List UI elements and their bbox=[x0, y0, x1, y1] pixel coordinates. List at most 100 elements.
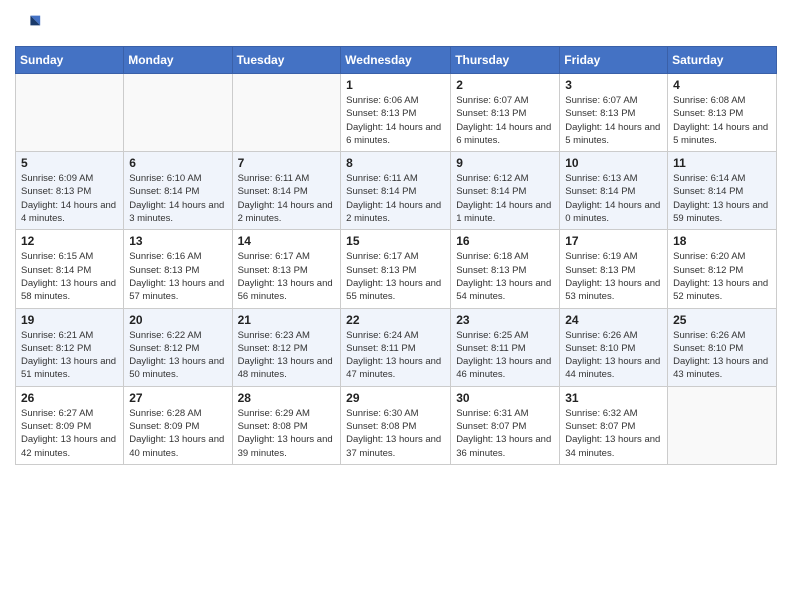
day-number: 9 bbox=[456, 156, 554, 170]
day-number: 5 bbox=[21, 156, 118, 170]
day-number: 12 bbox=[21, 234, 118, 248]
day-number: 30 bbox=[456, 391, 554, 405]
day-number: 13 bbox=[129, 234, 226, 248]
calendar-cell: 27Sunrise: 6:28 AMSunset: 8:09 PMDayligh… bbox=[124, 386, 232, 464]
day-info: Sunrise: 6:07 AMSunset: 8:13 PMDaylight:… bbox=[456, 94, 554, 147]
day-number: 21 bbox=[238, 313, 336, 327]
day-info: Sunrise: 6:25 AMSunset: 8:11 PMDaylight:… bbox=[456, 329, 554, 382]
calendar-cell: 12 Sunrise: 6:15 AMSunset: 8:14 PMDayligh… bbox=[16, 230, 124, 308]
day-info: Sunrise: 6:14 AMSunset: 8:14 PMDaylight:… bbox=[673, 172, 771, 225]
day-number: 29 bbox=[346, 391, 445, 405]
day-number: 23 bbox=[456, 313, 554, 327]
day-number: 7 bbox=[238, 156, 336, 170]
calendar-cell: 3 Sunrise: 6:07 AMSunset: 8:13 PMDaylight… bbox=[560, 74, 668, 152]
week-row-4: 19Sunrise: 6:21 AMSunset: 8:12 PMDayligh… bbox=[16, 308, 777, 386]
day-number: 24 bbox=[565, 313, 662, 327]
day-info: Sunrise: 6:15 AMSunset: 8:14 PMDaylight:… bbox=[21, 250, 118, 303]
day-info: Sunrise: 6:30 AMSunset: 8:08 PMDaylight:… bbox=[346, 407, 445, 460]
day-info: Sunrise: 6:11 AMSunset: 8:14 PMDaylight:… bbox=[346, 172, 445, 225]
day-number: 2 bbox=[456, 78, 554, 92]
weekday-friday: Friday bbox=[560, 47, 668, 74]
day-number: 26 bbox=[21, 391, 118, 405]
day-number: 19 bbox=[21, 313, 118, 327]
day-number: 18 bbox=[673, 234, 771, 248]
day-info: Sunrise: 6:06 AMSunset: 8:13 PMDaylight:… bbox=[346, 94, 445, 147]
day-number: 16 bbox=[456, 234, 554, 248]
calendar-cell: 4Sunrise: 6:08 AMSunset: 8:13 PMDaylight… bbox=[668, 74, 777, 152]
calendar-cell: 20 Sunrise: 6:22 AMSunset: 8:12 PMDayligh… bbox=[124, 308, 232, 386]
calendar-cell: 28 Sunrise: 6:29 AMSunset: 8:08 PMDayligh… bbox=[232, 386, 341, 464]
header bbox=[15, 10, 777, 38]
day-number: 8 bbox=[346, 156, 445, 170]
calendar-cell: 18 Sunrise: 6:20 AMSunset: 8:12 PMDayligh… bbox=[668, 230, 777, 308]
day-number: 17 bbox=[565, 234, 662, 248]
day-info: Sunrise: 6:28 AMSunset: 8:09 PMDaylight:… bbox=[129, 407, 226, 460]
day-info: Sunrise: 6:26 AMSunset: 8:10 PMDaylight:… bbox=[565, 329, 662, 382]
day-info: Sunrise: 6:09 AMSunset: 8:13 PMDaylight:… bbox=[21, 172, 118, 225]
calendar-cell: 6 Sunrise: 6:10 AMSunset: 8:14 PMDaylight… bbox=[124, 152, 232, 230]
calendar-table: SundayMondayTuesdayWednesdayThursdayFrid… bbox=[15, 46, 777, 465]
calendar-cell: 8 Sunrise: 6:11 AMSunset: 8:14 PMDaylight… bbox=[341, 152, 451, 230]
day-number: 10 bbox=[565, 156, 662, 170]
calendar-cell: 19Sunrise: 6:21 AMSunset: 8:12 PMDayligh… bbox=[16, 308, 124, 386]
calendar-cell: 13 Sunrise: 6:16 AMSunset: 8:13 PMDayligh… bbox=[124, 230, 232, 308]
weekday-wednesday: Wednesday bbox=[341, 47, 451, 74]
day-info: Sunrise: 6:07 AMSunset: 8:13 PMDaylight:… bbox=[565, 94, 662, 147]
week-row-3: 12 Sunrise: 6:15 AMSunset: 8:14 PMDayligh… bbox=[16, 230, 777, 308]
calendar-cell bbox=[232, 74, 341, 152]
calendar-cell: 17 Sunrise: 6:19 AMSunset: 8:13 PMDayligh… bbox=[560, 230, 668, 308]
calendar-cell: 2 Sunrise: 6:07 AMSunset: 8:13 PMDaylight… bbox=[451, 74, 560, 152]
week-row-2: 5 Sunrise: 6:09 AMSunset: 8:13 PMDaylight… bbox=[16, 152, 777, 230]
day-number: 25 bbox=[673, 313, 771, 327]
day-number: 28 bbox=[238, 391, 336, 405]
day-info: Sunrise: 6:12 AMSunset: 8:14 PMDaylight:… bbox=[456, 172, 554, 225]
day-number: 1 bbox=[346, 78, 445, 92]
day-number: 15 bbox=[346, 234, 445, 248]
calendar-cell bbox=[16, 74, 124, 152]
day-number: 3 bbox=[565, 78, 662, 92]
day-info: Sunrise: 6:27 AMSunset: 8:09 PMDaylight:… bbox=[21, 407, 118, 460]
calendar-cell bbox=[124, 74, 232, 152]
calendar-cell: 9 Sunrise: 6:12 AMSunset: 8:14 PMDaylight… bbox=[451, 152, 560, 230]
day-info: Sunrise: 6:23 AMSunset: 8:12 PMDaylight:… bbox=[238, 329, 336, 382]
day-number: 31 bbox=[565, 391, 662, 405]
weekday-thursday: Thursday bbox=[451, 47, 560, 74]
calendar-cell: 29 Sunrise: 6:30 AMSunset: 8:08 PMDayligh… bbox=[341, 386, 451, 464]
calendar-cell bbox=[668, 386, 777, 464]
day-info: Sunrise: 6:32 AMSunset: 8:07 PMDaylight:… bbox=[565, 407, 662, 460]
day-info: Sunrise: 6:26 AMSunset: 8:10 PMDaylight:… bbox=[673, 329, 771, 382]
day-info: Sunrise: 6:18 AMSunset: 8:13 PMDaylight:… bbox=[456, 250, 554, 303]
day-number: 6 bbox=[129, 156, 226, 170]
weekday-sunday: Sunday bbox=[16, 47, 124, 74]
day-info: Sunrise: 6:19 AMSunset: 8:13 PMDaylight:… bbox=[565, 250, 662, 303]
day-info: Sunrise: 6:10 AMSunset: 8:14 PMDaylight:… bbox=[129, 172, 226, 225]
weekday-saturday: Saturday bbox=[668, 47, 777, 74]
day-info: Sunrise: 6:16 AMSunset: 8:13 PMDaylight:… bbox=[129, 250, 226, 303]
calendar-cell: 22Sunrise: 6:24 AMSunset: 8:11 PMDayligh… bbox=[341, 308, 451, 386]
calendar-cell: 24 Sunrise: 6:26 AMSunset: 8:10 PMDayligh… bbox=[560, 308, 668, 386]
day-info: Sunrise: 6:13 AMSunset: 8:14 PMDaylight:… bbox=[565, 172, 662, 225]
page: SundayMondayTuesdayWednesdayThursdayFrid… bbox=[0, 0, 792, 475]
day-number: 11 bbox=[673, 156, 771, 170]
calendar-cell: 26 Sunrise: 6:27 AMSunset: 8:09 PMDayligh… bbox=[16, 386, 124, 464]
calendar-cell: 7Sunrise: 6:11 AMSunset: 8:14 PMDaylight… bbox=[232, 152, 341, 230]
calendar-cell: 14 Sunrise: 6:17 AMSunset: 8:13 PMDayligh… bbox=[232, 230, 341, 308]
day-info: Sunrise: 6:22 AMSunset: 8:12 PMDaylight:… bbox=[129, 329, 226, 382]
calendar-cell: 15Sunrise: 6:17 AMSunset: 8:13 PMDayligh… bbox=[341, 230, 451, 308]
calendar-cell: 25 Sunrise: 6:26 AMSunset: 8:10 PMDayligh… bbox=[668, 308, 777, 386]
day-info: Sunrise: 6:20 AMSunset: 8:12 PMDaylight:… bbox=[673, 250, 771, 303]
calendar-cell: 31 Sunrise: 6:32 AMSunset: 8:07 PMDayligh… bbox=[560, 386, 668, 464]
calendar-cell: 23 Sunrise: 6:25 AMSunset: 8:11 PMDayligh… bbox=[451, 308, 560, 386]
day-number: 14 bbox=[238, 234, 336, 248]
day-info: Sunrise: 6:29 AMSunset: 8:08 PMDaylight:… bbox=[238, 407, 336, 460]
day-number: 20 bbox=[129, 313, 226, 327]
calendar-cell: 21 Sunrise: 6:23 AMSunset: 8:12 PMDayligh… bbox=[232, 308, 341, 386]
calendar-cell: 1 Sunrise: 6:06 AMSunset: 8:13 PMDaylight… bbox=[341, 74, 451, 152]
weekday-header-row: SundayMondayTuesdayWednesdayThursdayFrid… bbox=[16, 47, 777, 74]
weekday-monday: Monday bbox=[124, 47, 232, 74]
day-info: Sunrise: 6:17 AMSunset: 8:13 PMDaylight:… bbox=[238, 250, 336, 303]
week-row-1: 1 Sunrise: 6:06 AMSunset: 8:13 PMDaylight… bbox=[16, 74, 777, 152]
day-info: Sunrise: 6:08 AMSunset: 8:13 PMDaylight:… bbox=[673, 94, 771, 147]
calendar-cell: 11 Sunrise: 6:14 AMSunset: 8:14 PMDayligh… bbox=[668, 152, 777, 230]
calendar-cell: 10 Sunrise: 6:13 AMSunset: 8:14 PMDayligh… bbox=[560, 152, 668, 230]
